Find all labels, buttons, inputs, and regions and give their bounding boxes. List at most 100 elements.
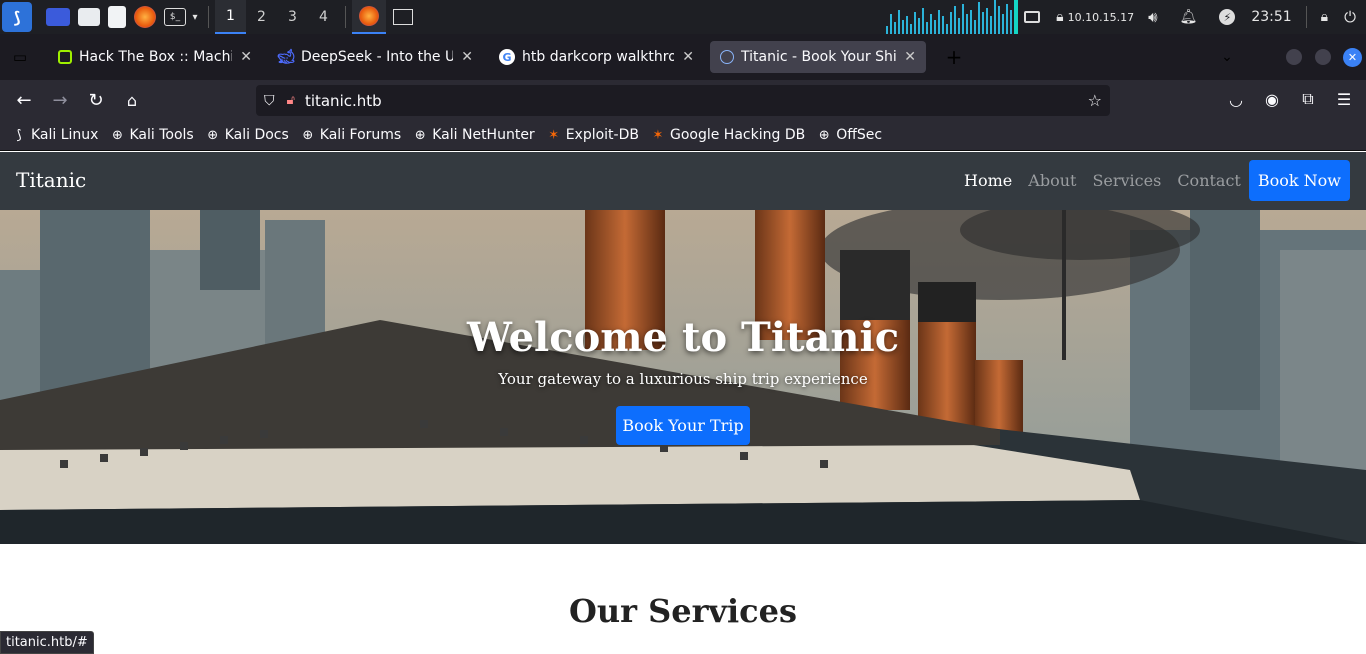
chevron-down-icon[interactable]: ▾ — [188, 5, 202, 29]
bookmark-offsec[interactable]: ⊕ OffSec — [816, 127, 882, 143]
book-your-trip-button[interactable]: Book Your Trip — [616, 406, 750, 445]
list-all-tabs-icon[interactable]: ⌄ — [1213, 43, 1241, 71]
globe-icon: ⊕ — [414, 127, 426, 143]
tab-strip: ▭ Hack The Box :: Machines ✕ 🐋︎ DeepSeek… — [0, 34, 1366, 80]
firefox-icon[interactable] — [134, 6, 156, 28]
system-panel: ⟆ $_ ▾ 1 2 3 4 🔒︎ 10.10.15.17 🔊︎ 🔔︎ ⚡︎ 2… — [0, 0, 1366, 34]
site-nav-links: Home About Services Contact Book Now — [948, 160, 1350, 201]
pocket-icon[interactable]: ◡ — [1222, 85, 1250, 113]
site-navbar: Titanic Home About Services Contact Book… — [0, 152, 1366, 210]
files-icon[interactable] — [78, 8, 100, 26]
bookmark-label: Kali NetHunter — [432, 127, 535, 143]
bookmark-exploit-db[interactable]: ✶ Exploit-DB — [546, 127, 639, 143]
system-tray: 🔒︎ 10.10.15.17 🔊︎ 🔔︎ ⚡︎ 23:51 🔒︎ ⏻ — [1016, 0, 1366, 34]
nav-link-about[interactable]: About — [1028, 171, 1076, 190]
close-icon[interactable]: ✕ — [240, 49, 252, 65]
hero-section: Welcome to Titanic Your gateway to a lux… — [0, 210, 1366, 544]
bookmark-kali-forums[interactable]: ⊕ Kali Forums — [300, 127, 401, 143]
bookmark-kali-tools[interactable]: ⊕ Kali Tools — [109, 127, 194, 143]
menu-icon[interactable]: ☰ — [1330, 85, 1358, 113]
bookmark-label: Kali Docs — [224, 127, 289, 143]
shield-icon[interactable]: ⛉ — [264, 93, 275, 109]
site-brand[interactable]: Titanic — [16, 168, 86, 192]
services-heading: Our Services — [568, 592, 798, 630]
panel-separator — [208, 6, 209, 28]
notification-bell-icon[interactable]: 🔔︎ — [1180, 9, 1198, 25]
terminal-icon — [393, 9, 413, 25]
account-icon[interactable]: ◉ — [1258, 85, 1286, 113]
workspace-1[interactable]: 1 — [215, 0, 246, 34]
tab-hack-the-box[interactable]: Hack The Box :: Machines ✕ — [48, 41, 262, 73]
screen-icon[interactable] — [1024, 11, 1041, 23]
kali-icon: ⟆ — [16, 127, 22, 143]
extensions-icon[interactable]: ⧉ — [1294, 85, 1322, 113]
maximize-button[interactable] — [1315, 49, 1331, 65]
tab-title: htb darkcorp walkthrough — [522, 49, 675, 65]
bookmark-label: Kali Linux — [31, 127, 99, 143]
url-bar[interactable]: ⛉ 🔓︎ titanic.htb ☆ — [256, 85, 1110, 116]
minimize-button[interactable] — [1286, 49, 1302, 65]
panel-separator — [1305, 6, 1307, 28]
nav-link-services[interactable]: Services — [1092, 171, 1161, 190]
book-now-button[interactable]: Book Now — [1248, 160, 1350, 201]
terminal-icon[interactable]: $_ — [164, 8, 186, 26]
back-button[interactable]: ← — [10, 86, 38, 114]
hero-title: Welcome to Titanic — [466, 314, 900, 361]
home-button[interactable]: ⌂ — [118, 86, 146, 114]
bookmarks-toolbar: ⟆ Kali Linux ⊕ Kali Tools ⊕ Kali Docs ⊕ Kali… — [0, 120, 1366, 151]
workspace-3[interactable]: 3 — [277, 0, 308, 34]
reload-button[interactable]: ↻ — [82, 86, 110, 114]
tab-deepseek[interactable]: 🐋︎ DeepSeek - Into the Unkn ✕ — [268, 41, 483, 73]
navigation-toolbar: ← → ↻ ⌂ ⛉ 🔓︎ titanic.htb ☆ ◡ ◉ ⧉ ☰ — [0, 80, 1366, 120]
logout-icon[interactable]: ⏻ — [1344, 8, 1356, 26]
globe-icon — [720, 50, 734, 64]
globe-icon: ⊕ — [112, 127, 123, 143]
text-editor-icon[interactable] — [108, 6, 126, 28]
nav-link-home[interactable]: Home — [964, 171, 1012, 190]
close-window-button[interactable]: ✕ — [1343, 48, 1362, 67]
kali-menu-icon[interactable]: ⟆ — [2, 2, 32, 32]
workspace-4[interactable]: 4 — [308, 0, 339, 34]
tab-google-search[interactable]: G htb darkcorp walkthrough ✕ — [489, 41, 704, 73]
tab-titanic[interactable]: Titanic - Book Your Ship T ✕ — [710, 41, 926, 73]
bookmark-label: Exploit-DB — [565, 127, 639, 143]
tab-overview-icon[interactable]: ▭ — [6, 43, 34, 71]
htb-icon — [58, 50, 72, 64]
volume-icon[interactable]: 🔊︎ — [1148, 8, 1157, 26]
forward-button[interactable]: → — [46, 86, 74, 114]
link-status-bar: titanic.htb/# — [0, 631, 94, 654]
google-icon: G — [499, 49, 515, 65]
bookmark-label: Kali Tools — [129, 127, 194, 143]
globe-icon: ⊕ — [818, 127, 830, 143]
exploitdb-icon: ✶ — [548, 127, 560, 143]
firefox-icon — [359, 6, 379, 26]
insecure-lock-icon[interactable]: 🔓︎ — [287, 93, 295, 108]
bookmark-kali-docs[interactable]: ⊕ Kali Docs — [205, 127, 289, 143]
taskbar-terminal-window[interactable] — [386, 0, 420, 34]
nav-link-contact[interactable]: Contact — [1177, 171, 1241, 190]
close-icon[interactable]: ✕ — [682, 49, 694, 65]
bookmark-label: Kali Forums — [319, 127, 402, 143]
network-graph — [886, 0, 1018, 34]
taskbar-firefox-window[interactable] — [352, 0, 386, 34]
tab-title: Titanic - Book Your Ship T — [741, 49, 897, 65]
close-icon[interactable]: ✕ — [461, 49, 473, 65]
bookmark-label: OffSec — [836, 127, 883, 143]
desktop-icon[interactable] — [46, 8, 70, 26]
lock-icon[interactable]: 🔒︎ — [1321, 9, 1328, 25]
url-text[interactable]: titanic.htb — [305, 92, 382, 110]
tab-title: Hack The Box :: Machines — [79, 49, 232, 65]
exploitdb-icon: ✶ — [652, 127, 664, 143]
close-icon[interactable]: ✕ — [904, 49, 916, 65]
vpn-icon[interactable]: 🔒︎ — [1056, 9, 1063, 25]
bookmark-star-icon[interactable]: ☆ — [1088, 91, 1102, 110]
clock[interactable]: 23:51 — [1251, 9, 1291, 25]
bookmark-kali-linux[interactable]: ⟆ Kali Linux — [11, 127, 98, 143]
workspace-2[interactable]: 2 — [246, 0, 277, 34]
power-manager-icon[interactable]: ⚡︎ — [1219, 9, 1236, 25]
deepseek-icon: 🐋︎ — [277, 49, 295, 65]
bookmark-google-hacking-db[interactable]: ✶ Google Hacking DB — [650, 127, 806, 143]
new-tab-button[interactable]: + — [940, 43, 968, 71]
panel-separator — [345, 6, 346, 28]
bookmark-kali-nethunter[interactable]: ⊕ Kali NetHunter — [412, 127, 535, 143]
